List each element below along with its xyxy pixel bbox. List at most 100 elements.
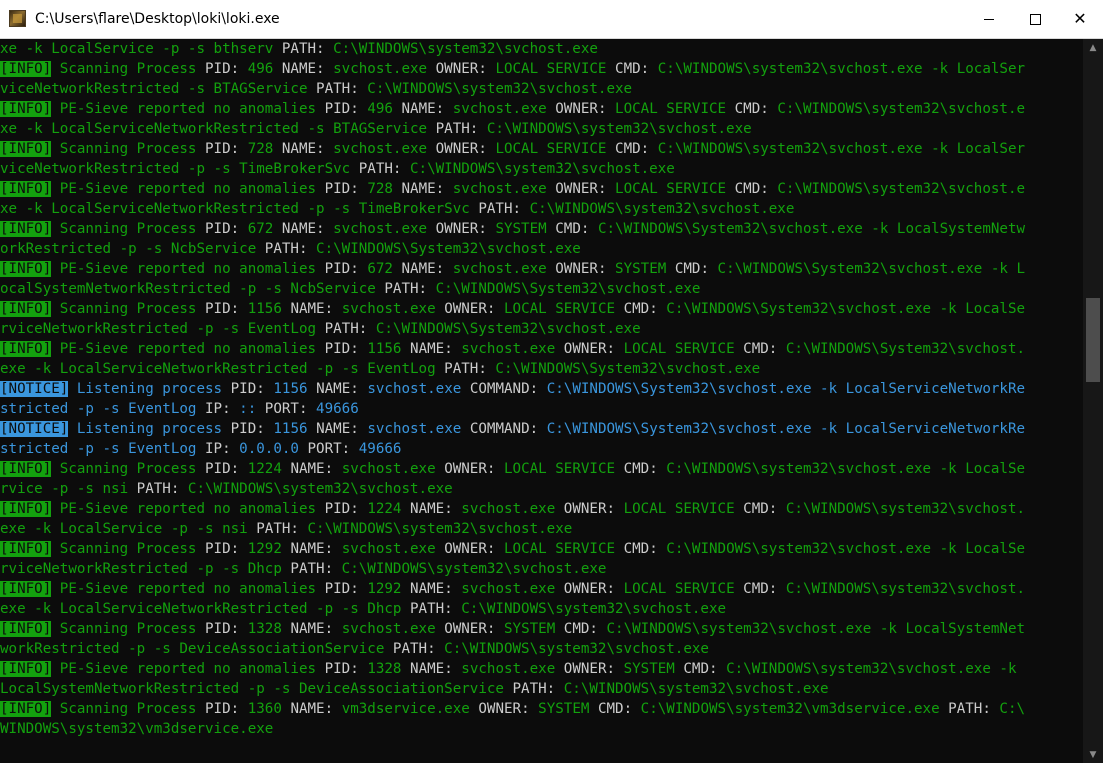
notice-text: stricted -p -s EventLog	[0, 441, 205, 457]
field-label: PID:	[205, 621, 248, 637]
title-bar[interactable]: C:\Users\flare\Desktop\loki\loki.exe ✕	[0, 0, 1103, 39]
log-text: C:\WINDOWS\system32\svchost.exe	[410, 161, 675, 177]
log-text: xe -k LocalServiceNetworkRestricted -p -…	[0, 201, 479, 217]
console-line: stricted -p -s EventLog IP: 0.0.0.0 PORT…	[0, 439, 1081, 459]
field-label: NAME:	[290, 461, 342, 477]
field-label: NAME:	[410, 581, 462, 597]
log-text: svchost.exe	[333, 61, 436, 77]
log-text: Scanning Process	[51, 461, 205, 477]
console-line: [INFO] PE-Sieve reported no anomalies PI…	[0, 259, 1081, 279]
console-line: [INFO] Scanning Process PID: 1328 NAME: …	[0, 619, 1081, 639]
field-label: PATH:	[444, 361, 496, 377]
field-label: OWNER:	[478, 701, 539, 717]
console-line: [NOTICE] Listening process PID: 1156 NAM…	[0, 379, 1081, 399]
log-text: svchost.exe	[452, 101, 556, 117]
field-label: PORT:	[264, 401, 317, 417]
console-line: viceNetworkRestricted -s BTAGService PAT…	[0, 79, 1081, 99]
log-text: LOCAL SERVICE	[495, 141, 616, 157]
log-text: LOCAL SERVICE	[495, 61, 616, 77]
log-text: C:\WINDOWS\System32\svchost.exe	[316, 241, 581, 257]
field-label: PID:	[324, 501, 368, 517]
log-text: WINDOWS\system32\vm3dservice.exe	[0, 721, 274, 737]
log-text: LOCAL SERVICE	[623, 501, 744, 517]
log-text: C:\WINDOWS\system32\svchost.exe	[486, 121, 752, 137]
info-tag: [INFO]	[0, 501, 52, 517]
log-text: C:\WINDOWS\System32\svchost.	[785, 341, 1026, 357]
log-text: 1328	[247, 621, 291, 637]
log-text: exe -k LocalServiceNetworkRestricted -p …	[0, 601, 410, 617]
log-text: svchost.exe	[333, 221, 436, 237]
field-label: PATH:	[256, 521, 308, 537]
log-text: rviceNetworkRestricted -p -s EventLog	[0, 321, 325, 337]
log-text: C:\WINDOWS\system32\svchost.exe	[563, 681, 829, 697]
log-text: rvice -p -s nsi	[0, 481, 137, 497]
minimize-icon	[984, 18, 994, 20]
info-tag: [INFO]	[0, 621, 52, 637]
notice-text: C:\WINDOWS\System32\svchost.exe -k Local…	[546, 421, 1026, 437]
minimize-button[interactable]	[966, 0, 1012, 38]
log-text: svchost.exe	[341, 541, 445, 557]
log-text: 1292	[247, 541, 291, 557]
log-text: C:\WINDOWS\system32\svchost.exe	[444, 641, 709, 657]
close-icon: ✕	[1073, 9, 1087, 28]
log-text: C:\WINDOWS\System32\svchost.exe -k L	[717, 261, 1026, 277]
log-text: LOCAL SERVICE	[615, 181, 735, 197]
log-text: PE-Sieve reported no anomalies	[51, 581, 325, 597]
field-label: NAME:	[290, 701, 342, 717]
console-line: stricted -p -s EventLog IP: :: PORT: 496…	[0, 399, 1081, 419]
log-text: C:\WINDOWS\system32\svchost.exe -k Local…	[657, 141, 1026, 157]
console-line: ocalSystemNetworkRestricted -p -s NcbSer…	[0, 279, 1081, 299]
scroll-up-arrow-icon[interactable]: ▲	[1083, 39, 1103, 56]
field-label: CMD:	[743, 581, 786, 597]
log-text: svchost.exe	[461, 581, 564, 597]
console-line: [INFO] PE-Sieve reported no anomalies PI…	[0, 99, 1081, 119]
log-text: C:\WINDOWS\system32\svchost.e	[777, 181, 1026, 197]
field-label: PATH:	[392, 641, 445, 657]
vertical-scrollbar[interactable]: ▲ ▼	[1083, 39, 1103, 763]
scrollbar-thumb[interactable]	[1086, 298, 1100, 383]
log-text: 672	[367, 261, 402, 277]
log-text: 496	[247, 61, 282, 77]
field-label: PATH:	[948, 701, 1000, 717]
console-line: LocalSystemNetworkRestricted -p -s Devic…	[0, 679, 1081, 699]
notice-text: C:\WINDOWS\System32\svchost.exe -k Local…	[546, 381, 1026, 397]
log-text: svchost.exe	[461, 501, 564, 517]
field-label: CMD:	[597, 701, 641, 717]
info-tag: [INFO]	[0, 701, 52, 717]
field-label: NAME:	[401, 101, 453, 117]
info-tag: [INFO]	[0, 221, 52, 237]
field-label: CMD:	[623, 301, 667, 317]
console-line: [INFO] Scanning Process PID: 728 NAME: s…	[0, 139, 1081, 159]
console-line: [INFO] Scanning Process PID: 1292 NAME: …	[0, 539, 1081, 559]
info-tag: [INFO]	[0, 181, 52, 197]
log-text: 1224	[367, 501, 411, 517]
field-label: PATH:	[435, 121, 487, 137]
maximize-button[interactable]	[1012, 0, 1058, 38]
notice-text: 49666	[358, 441, 402, 457]
field-label: NAME:	[410, 341, 462, 357]
field-label: COMMAND:	[469, 421, 547, 437]
console-line: WINDOWS\system32\vm3dservice.exe	[0, 719, 1081, 739]
console-output[interactable]: xe -k LocalService -p -s bthserv PATH: C…	[0, 39, 1081, 763]
loki-app-icon	[9, 10, 26, 27]
field-label: NAME:	[316, 381, 368, 397]
log-text: C:\WINDOWS\System32\svchost.exe	[375, 321, 641, 337]
log-text: Scanning Process	[51, 221, 205, 237]
field-label: OWNER:	[435, 61, 496, 77]
info-tag: [INFO]	[0, 141, 52, 157]
field-label: OWNER:	[555, 101, 616, 117]
log-text: svchost.exe	[461, 661, 564, 677]
close-button[interactable]: ✕	[1057, 0, 1103, 38]
field-label: CMD:	[615, 141, 658, 157]
scroll-down-arrow-icon[interactable]: ▼	[1083, 746, 1103, 763]
field-label: PID:	[230, 381, 274, 397]
log-text: C:\WINDOWS\system32\svchost.exe -k Local…	[666, 541, 1026, 557]
log-text: C:\WINDOWS\system32\svchost.exe	[333, 41, 598, 57]
console-line: xe -k LocalService -p -s bthserv PATH: C…	[0, 39, 1081, 59]
info-tag: [INFO]	[0, 61, 52, 77]
console-line: [NOTICE] Listening process PID: 1156 NAM…	[0, 419, 1081, 439]
log-text: SYSTEM	[503, 621, 564, 637]
field-label: CMD:	[743, 341, 786, 357]
log-text: C:\WINDOWS\system32\svchost.exe	[341, 561, 607, 577]
log-text: svchost.exe	[452, 261, 556, 277]
